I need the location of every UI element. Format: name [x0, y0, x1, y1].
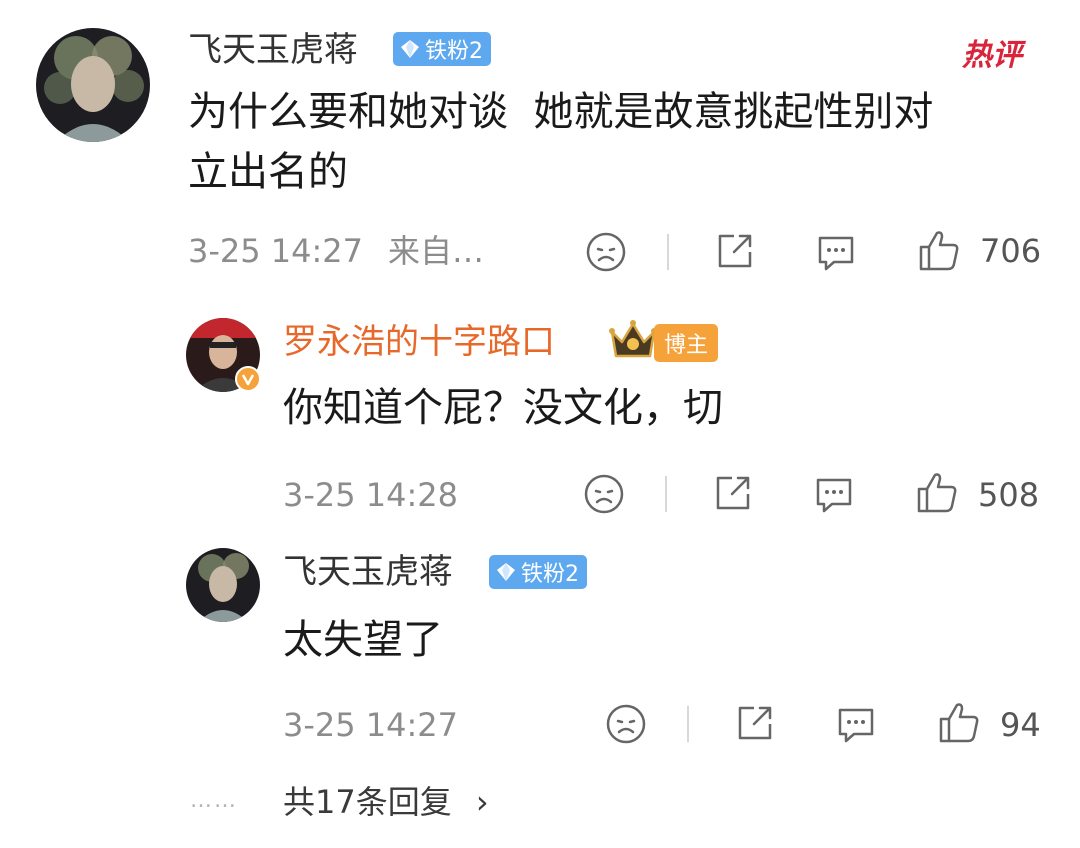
fan-badge-label: 铁粉2 [425, 39, 483, 64]
like-count: 94 [1000, 706, 1041, 744]
like-button[interactable] [914, 468, 960, 516]
more-replies-label: 共17条回复 [283, 783, 452, 821]
fan-badge-label: 铁粉2 [521, 562, 579, 587]
fan-badge[interactable]: 铁粉2 [489, 555, 587, 589]
comment-bubble-icon [816, 478, 852, 513]
thumbs-up-icon [939, 703, 979, 743]
crown-icon [608, 318, 658, 362]
source-label: 来自… [388, 232, 485, 270]
thumbs-up-icon [919, 231, 959, 271]
blogger-badge[interactable]: 博主 [654, 324, 719, 362]
timestamp: 3-25 14:27 [188, 232, 364, 270]
thumbs-up-icon [917, 473, 957, 513]
comment-button[interactable] [811, 472, 857, 518]
reply-text: 太失望了 [283, 617, 443, 663]
dislike-button[interactable] [582, 472, 626, 516]
action-divider [687, 706, 689, 742]
share-button[interactable] [710, 470, 756, 516]
share-icon [738, 706, 772, 740]
chevron-right-icon: › [475, 783, 489, 821]
avatar[interactable] [36, 28, 150, 142]
verified-v-icon [235, 366, 261, 392]
sad-face-icon [586, 232, 626, 272]
comment-bubble-icon [818, 236, 854, 271]
more-replies-link[interactable]: 共17条回复 › [283, 782, 489, 822]
sad-face-icon [606, 704, 646, 744]
comment-button[interactable] [813, 230, 859, 276]
action-divider [665, 476, 667, 512]
fan-badge[interactable]: 铁粉2 [393, 32, 491, 66]
like-count: 508 [978, 476, 1040, 514]
username[interactable]: 飞天玉虎蒋 [188, 30, 358, 70]
dislike-button[interactable] [584, 230, 628, 274]
hot-comment-tag: 热评 [962, 38, 1022, 73]
share-button[interactable] [732, 700, 778, 746]
timestamp: 3-25 14:27 [283, 706, 459, 744]
avatar[interactable] [186, 548, 260, 622]
share-icon [718, 234, 752, 268]
username[interactable]: 罗永浩的十字路口 [283, 322, 555, 362]
dislike-button[interactable] [604, 702, 648, 746]
more-replies-dots: …… [190, 788, 238, 813]
action-divider [667, 234, 669, 270]
username[interactable]: 飞天玉虎蒋 [283, 552, 453, 592]
like-count: 706 [980, 232, 1042, 270]
comment-text-line1: 为什么要和她对谈 她就是故意挑起性别对 [188, 89, 934, 135]
comment-button[interactable] [833, 702, 879, 748]
comment-text-line2: 立出名的 [188, 149, 348, 195]
diamond-icon [497, 563, 515, 581]
like-button[interactable] [936, 698, 982, 746]
reply-text: 你知道个屁？没文化，切 [283, 385, 723, 431]
timestamp: 3-25 14:28 [283, 476, 459, 514]
comment-bubble-icon [838, 708, 874, 743]
sad-face-icon [584, 474, 624, 514]
share-button[interactable] [712, 228, 758, 274]
like-button[interactable] [916, 226, 962, 274]
share-icon [716, 476, 750, 510]
diamond-icon [401, 40, 419, 58]
